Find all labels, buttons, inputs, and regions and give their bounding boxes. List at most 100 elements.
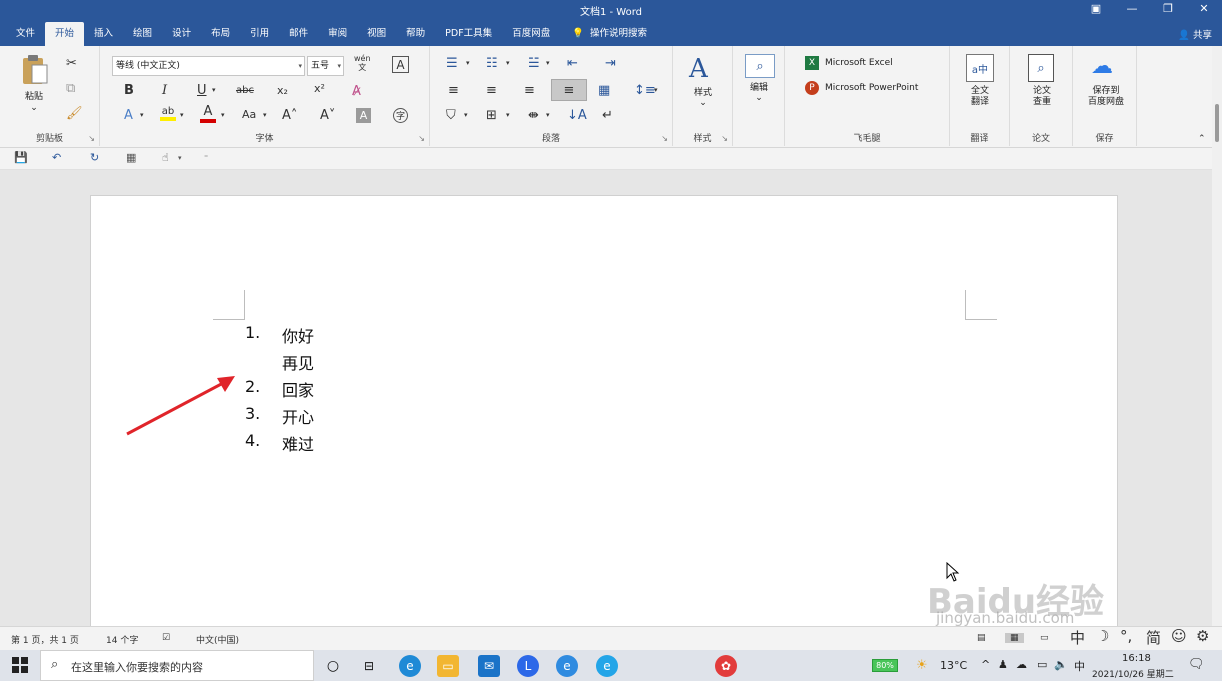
chevron-down-icon[interactable]: ▾ <box>654 86 658 94</box>
chevron-down-icon[interactable]: ▾ <box>546 59 550 67</box>
numbering-icon[interactable]: ☷ <box>486 56 498 71</box>
tab-review[interactable]: 审阅 <box>318 22 357 46</box>
app-icon[interactable]: ✿ <box>715 655 737 677</box>
tab-design[interactable]: 设计 <box>162 22 201 46</box>
distributed-icon[interactable]: ▦ <box>598 83 610 98</box>
translate-icon[interactable]: a中 <box>966 54 994 82</box>
language-status[interactable]: 中文(中国) <box>196 633 239 646</box>
notification-icon[interactable]: 🗨 <box>1188 657 1205 672</box>
paper-check-label[interactable]: 论文 查重 <box>1018 86 1066 108</box>
list-item[interactable]: 开心 <box>282 404 314 428</box>
chevron-down-icon[interactable]: ▾ <box>178 154 182 162</box>
document-page[interactable]: 1. 你好 再见 2. 回家 3. 开心 4. 难过 Baidu经验 <box>90 195 1118 635</box>
tab-mailings[interactable]: 邮件 <box>279 22 318 46</box>
chevron-down-icon[interactable]: ▾ <box>546 111 550 119</box>
shrink-font-icon[interactable]: A˅ <box>320 108 335 123</box>
windows-start-icon[interactable] <box>12 657 28 676</box>
line-spacing-icon[interactable]: ↕≡ <box>634 83 656 98</box>
tab-help[interactable]: 帮助 <box>396 22 435 46</box>
multilevel-list-icon[interactable]: ☱ <box>528 56 540 71</box>
paragraph-launcher-icon[interactable]: ↘ <box>661 134 668 143</box>
search-icon[interactable]: ⌕ <box>745 54 775 78</box>
tell-me-search[interactable]: 💡 操作说明搜索 <box>560 22 657 46</box>
tab-file[interactable]: 文件 <box>6 22 45 46</box>
taskbar-search-box[interactable]: ⌕ 在这里输入你要搜索的内容 <box>40 650 314 681</box>
character-shading-icon[interactable]: A <box>356 108 371 123</box>
ribbon-display-icon[interactable]: ▣ <box>1078 0 1114 18</box>
moon-icon[interactable]: ☽ <box>1096 627 1109 645</box>
ie-icon[interactable]: e <box>556 655 578 677</box>
minimize-button[interactable]: — <box>1114 0 1150 18</box>
chevron-down-icon[interactable]: ▾ <box>140 111 144 119</box>
subscript-icon[interactable]: x₂ <box>277 84 288 97</box>
paste-dropdown-icon[interactable]: ⌄ <box>14 103 54 114</box>
tab-pdf-tools[interactable]: PDF工具集 <box>435 22 502 46</box>
excel-link[interactable]: Microsoft Excel <box>825 58 893 69</box>
full-translate-label[interactable]: 全文 翻译 <box>956 86 1004 108</box>
web-layout-icon[interactable]: ▭ <box>1040 633 1049 643</box>
chevron-down-icon[interactable]: ▾ <box>506 59 510 67</box>
phonetic-guide-icon[interactable]: wén 文 <box>354 54 371 72</box>
touch-mode-icon[interactable]: ☝ <box>162 151 169 164</box>
styles-dropdown-icon[interactable]: ⌄ <box>681 98 725 109</box>
change-case-icon[interactable]: Aa <box>242 108 256 121</box>
paper-check-icon[interactable]: ⌕ <box>1028 54 1054 82</box>
clipboard-launcher-icon[interactable]: ↘ <box>88 134 95 143</box>
tab-layout[interactable]: 布局 <box>201 22 240 46</box>
highlight-icon[interactable]: ab <box>160 106 176 121</box>
vertical-scrollbar[interactable] <box>1212 46 1222 626</box>
font-launcher-icon[interactable]: ↘ <box>418 134 425 143</box>
enclose-characters-icon[interactable]: 字 <box>393 108 408 123</box>
align-center-icon[interactable]: ≡ <box>486 83 497 98</box>
list-item[interactable]: 回家 <box>282 377 314 401</box>
input-method[interactable]: 中 <box>1074 658 1085 674</box>
save-icon[interactable]: 💾 <box>14 151 28 164</box>
align-right-icon[interactable]: ≡ <box>524 83 535 98</box>
battery-indicator[interactable]: 80% <box>872 659 898 672</box>
chevron-down-icon[interactable]: ▾ <box>180 111 184 119</box>
clock-time[interactable]: 16:18 <box>1122 653 1151 664</box>
decrease-indent-icon[interactable]: ⇤ <box>567 56 578 71</box>
chinese-layout-icon[interactable]: ⇼ <box>528 108 539 123</box>
show-marks-icon[interactable]: ↵ <box>602 108 613 123</box>
list-item[interactable]: 再见 <box>282 350 314 374</box>
ime-simplified[interactable]: 简 <box>1146 627 1161 648</box>
italic-icon[interactable]: I <box>162 83 167 98</box>
sort-icon[interactable]: ↓A <box>567 108 587 123</box>
punctuation-icon[interactable]: °, <box>1120 627 1132 645</box>
borders-icon[interactable]: ⊞ <box>486 108 497 123</box>
edge-icon[interactable]: e <box>399 655 421 677</box>
battery-tray-icon[interactable]: ▭ <box>1037 658 1047 671</box>
mail-icon[interactable]: ✉ <box>478 655 500 677</box>
lenovo-icon[interactable]: L <box>517 655 539 677</box>
weather-temp[interactable]: 13°C <box>940 659 967 672</box>
browser-icon[interactable]: e <box>596 655 618 677</box>
read-mode-icon[interactable]: ▤ <box>977 633 986 643</box>
word-count[interactable]: 14 个字 <box>106 633 138 646</box>
bold-icon[interactable]: B <box>124 83 134 98</box>
timeline-icon[interactable]: ⊟ <box>358 655 380 677</box>
cut-icon[interactable]: ✂ <box>66 56 77 71</box>
clock-date[interactable]: 2021/10/26 星期二 <box>1092 667 1174 680</box>
customize-qat-icon[interactable]: ⁼ <box>204 153 208 162</box>
justify-icon[interactable]: ≡ <box>551 79 587 101</box>
increase-indent-icon[interactable]: ⇥ <box>605 56 616 71</box>
format-painter-icon[interactable]: 🖌 <box>66 106 83 121</box>
chevron-down-icon[interactable]: ▾ <box>464 111 468 119</box>
chevron-down-icon[interactable]: ▾ <box>212 86 216 94</box>
chevron-down-icon[interactable]: ▾ <box>466 59 470 67</box>
file-explorer-icon[interactable]: ▭ <box>437 655 459 677</box>
tab-home[interactable]: 开始 <box>45 22 85 46</box>
volume-icon[interactable]: 🔈 <box>1054 658 1068 671</box>
clear-formatting-icon[interactable]: A̷ <box>352 84 361 99</box>
chevron-down-icon[interactable]: ▾ <box>221 111 225 119</box>
styles-launcher-icon[interactable]: ↘ <box>721 134 728 143</box>
ime-zhong[interactable]: 中 <box>1070 627 1085 648</box>
font-color-icon[interactable]: A <box>200 104 216 123</box>
close-button[interactable]: ✕ <box>1186 0 1222 18</box>
editing-dropdown-icon[interactable]: ⌄ <box>737 93 781 104</box>
emoji-icon[interactable]: ☺ <box>1171 627 1187 645</box>
tab-draw[interactable]: 绘图 <box>123 22 162 46</box>
print-layout-icon[interactable]: ▦ <box>1005 633 1024 643</box>
chevron-down-icon[interactable]: ▾ <box>263 111 267 119</box>
